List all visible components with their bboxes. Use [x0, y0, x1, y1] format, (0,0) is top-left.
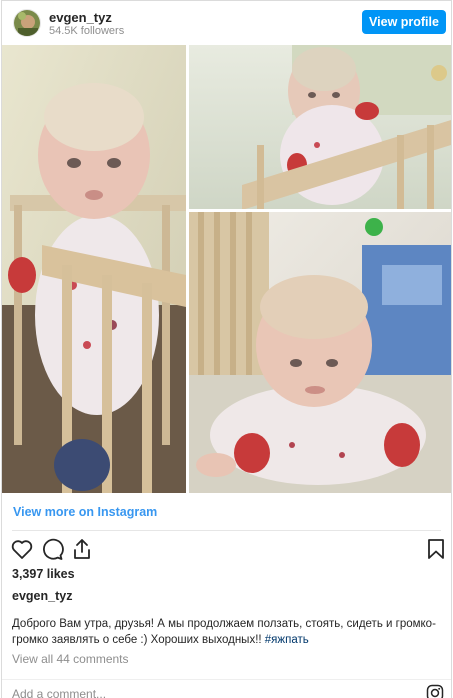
photo-2: [189, 45, 451, 210]
caption: Доброго Вам утра, друзья! А мы продолжае…: [12, 616, 443, 648]
follower-count: 54.5K followers: [49, 25, 125, 37]
caption-hashtag[interactable]: #яжпать: [265, 634, 309, 646]
photo-3: [189, 212, 451, 493]
action-bar: [2, 537, 451, 563]
add-comment-input[interactable]: Add a comment...: [12, 687, 106, 698]
divider: [2, 679, 451, 680]
caption-username[interactable]: evgen_tyz: [12, 589, 72, 603]
instagram-embed-card: evgen_tyz 54.5K followers View profile V…: [1, 0, 452, 698]
share-icon[interactable]: [70, 537, 94, 561]
heart-icon[interactable]: [10, 537, 34, 561]
post-media[interactable]: [2, 45, 451, 493]
avatar[interactable]: [13, 9, 41, 37]
view-profile-button[interactable]: View profile: [362, 10, 446, 34]
like-count[interactable]: 3,397 likes: [12, 567, 75, 581]
instagram-logo-icon[interactable]: [426, 684, 444, 698]
photo-collage: [2, 45, 451, 493]
comment-icon[interactable]: [40, 537, 64, 561]
view-comments-link[interactable]: View all 44 comments: [12, 652, 129, 666]
post-header: evgen_tyz 54.5K followers View profile: [2, 1, 451, 45]
view-more-link[interactable]: View more on Instagram: [13, 505, 157, 519]
avatar-image: [14, 10, 40, 36]
bookmark-icon[interactable]: [424, 537, 448, 561]
caption-text: Доброго Вам утра, друзья! А мы продолжае…: [12, 618, 436, 646]
username[interactable]: evgen_tyz: [49, 10, 112, 25]
divider: [12, 530, 441, 531]
photo-1: [2, 45, 186, 493]
